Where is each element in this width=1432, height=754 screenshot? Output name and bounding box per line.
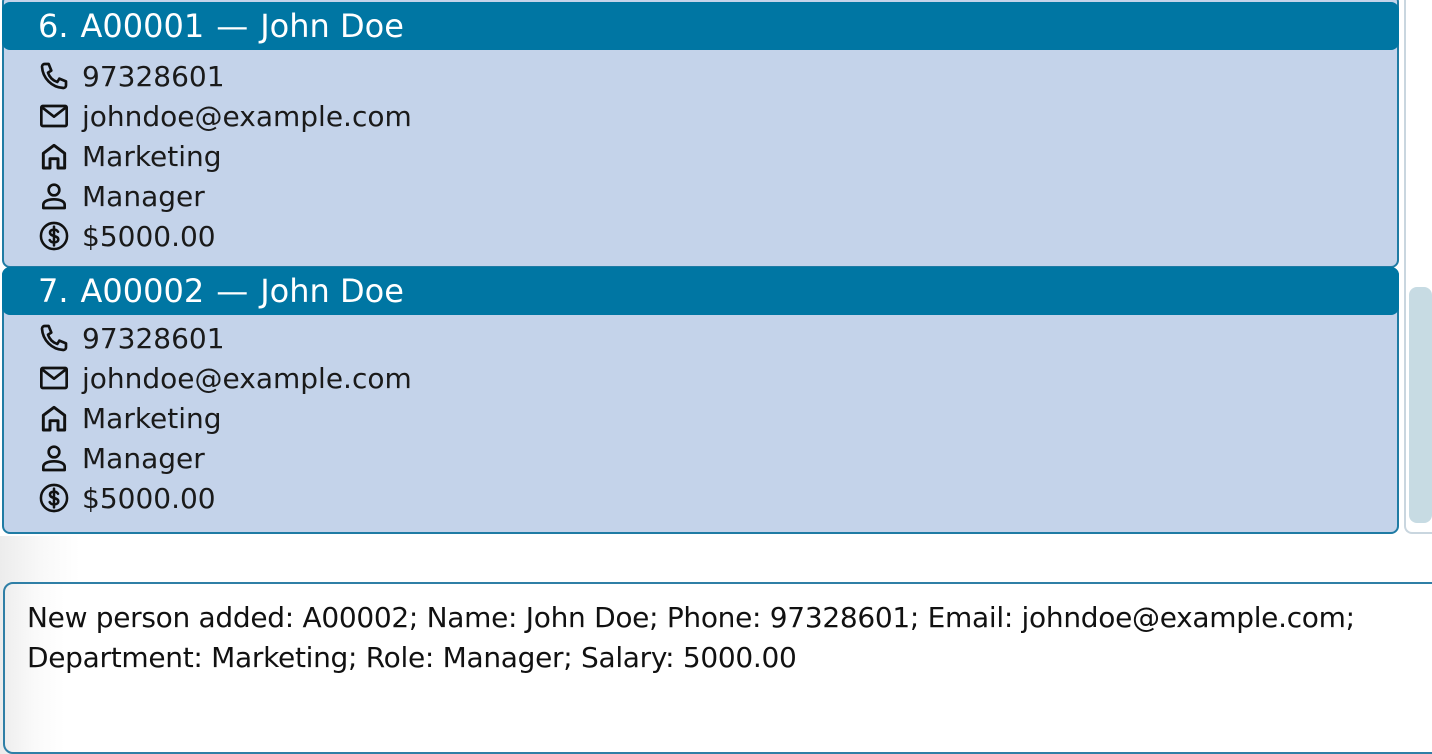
phone-row: 97328601 bbox=[37, 56, 225, 96]
person-card[interactable]: 7. A00002 — John Doe 97328601 johndoe@examp… bbox=[2, 267, 1399, 534]
department-value: Marketing bbox=[82, 139, 222, 173]
salary-value: $5000.00 bbox=[82, 219, 216, 253]
home-icon bbox=[37, 139, 71, 173]
department-row: Marketing bbox=[37, 398, 222, 438]
home-icon bbox=[37, 401, 71, 435]
email-row: johndoe@example.com bbox=[37, 358, 412, 398]
scrollbar-thumb[interactable] bbox=[1409, 287, 1432, 523]
mail-icon bbox=[37, 361, 71, 395]
person-card-header: 6. A00001 — John Doe bbox=[2, 2, 1399, 50]
department-value: Marketing bbox=[82, 401, 222, 435]
role-row: Manager bbox=[37, 438, 205, 478]
header-separator: — bbox=[216, 7, 249, 45]
phone-value: 97328601 bbox=[82, 59, 225, 93]
email-row: johndoe@example.com bbox=[37, 96, 412, 136]
person-name: John Doe bbox=[260, 7, 404, 45]
phone-value: 97328601 bbox=[82, 321, 225, 355]
person-index: 6. bbox=[38, 7, 69, 45]
email-value: johndoe@example.com bbox=[82, 99, 412, 133]
result-line-2: Department: Marketing; Role: Manager; Sa… bbox=[27, 641, 797, 674]
dollar-circle-icon bbox=[37, 481, 71, 515]
phone-row: 97328601 bbox=[37, 318, 225, 358]
salary-row: $5000.00 bbox=[37, 216, 216, 256]
role-row: Manager bbox=[37, 176, 205, 216]
role-value: Manager bbox=[82, 441, 205, 475]
salary-row: $5000.00 bbox=[37, 478, 216, 518]
role-value: Manager bbox=[82, 179, 205, 213]
email-value: johndoe@example.com bbox=[82, 361, 412, 395]
person-id: A00002 bbox=[80, 272, 205, 310]
person-list[interactable]: 6. A00001 — John Doe 97328601 johndoe@examp… bbox=[0, 0, 1432, 536]
phone-icon bbox=[37, 321, 71, 355]
result-display[interactable]: New person added: A00002; Name: John Doe… bbox=[3, 582, 1432, 754]
department-row: Marketing bbox=[37, 136, 222, 176]
result-line-1: New person added: A00002; Name: John Doe… bbox=[27, 601, 1355, 634]
salary-value: $5000.00 bbox=[82, 481, 216, 515]
phone-icon bbox=[37, 59, 71, 93]
person-index: 7. bbox=[38, 272, 69, 310]
person-card[interactable]: 6. A00001 — John Doe 97328601 johndoe@examp… bbox=[2, 0, 1399, 268]
person-card-header: 7. A00002 — John Doe bbox=[2, 267, 1399, 315]
mail-icon bbox=[37, 99, 71, 133]
dollar-circle-icon bbox=[37, 219, 71, 253]
header-separator: — bbox=[216, 272, 249, 310]
app-window: 6. A00001 — John Doe 97328601 johndoe@examp… bbox=[0, 0, 1432, 754]
person-id: A00001 bbox=[80, 7, 205, 45]
person-icon bbox=[37, 179, 71, 213]
person-name: John Doe bbox=[260, 272, 404, 310]
person-icon bbox=[37, 441, 71, 475]
